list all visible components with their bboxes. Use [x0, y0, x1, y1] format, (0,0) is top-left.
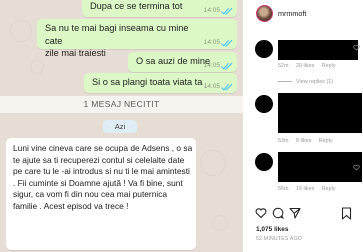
redacted-comment: [278, 40, 358, 60]
incoming-message[interactable]: Luni vine cineva care se ocupa de Adsens…: [6, 138, 196, 250]
wallpaper-doodle: [30, 60, 44, 74]
view-replies-link[interactable]: View replies (1): [278, 79, 333, 85]
post-date: 52 MINUTES AGO: [256, 236, 303, 242]
message-time: 14:05: [203, 7, 220, 14]
redacted-avatar: [255, 40, 273, 58]
redacted-avatar: [255, 153, 273, 171]
heart-icon[interactable]: [353, 44, 360, 51]
bookmark-icon[interactable]: [341, 207, 352, 220]
comment-age: 56m: [278, 186, 289, 192]
comment-age: 52m: [278, 63, 289, 69]
comment-likes[interactable]: 16 likes: [296, 186, 314, 192]
comment-meta: 53m 8 likes Reply: [278, 138, 339, 144]
outgoing-message[interactable]: O sa auzi de mine 14:05: [128, 52, 237, 72]
message-text: Dupa ce se termina tot: [90, 1, 183, 11]
message-text: Si o sa plangi toata viata ta: [92, 77, 203, 87]
reply-link[interactable]: Reply: [319, 138, 333, 144]
outgoing-message[interactable]: Si o sa plangi toata viata ta 14:05: [84, 73, 237, 93]
comment-likes[interactable]: 20 likes: [296, 63, 314, 69]
wallpaper-doodle: [212, 215, 228, 231]
double-check-icon: [221, 62, 233, 70]
share-icon[interactable]: [289, 207, 301, 219]
message-time: 14:05: [203, 62, 220, 69]
view-replies-label: View replies (1): [296, 79, 334, 85]
username[interactable]: mrmmoft: [278, 9, 306, 18]
wallpaper-doodle: [200, 150, 226, 176]
double-check-icon: [221, 39, 233, 47]
redacted-avatar: [255, 95, 273, 113]
message-line: Sa nu te mai bagi inseama cu mine cate: [45, 23, 189, 46]
double-check-icon: [221, 83, 233, 91]
comment-likes[interactable]: 8 likes: [296, 138, 311, 144]
heart-icon[interactable]: [353, 164, 360, 171]
outgoing-message[interactable]: Dupa ce se termina tot 14:05: [82, 0, 237, 17]
heart-icon[interactable]: [255, 207, 267, 219]
comment-icon[interactable]: [272, 207, 284, 219]
avatar[interactable]: [256, 5, 273, 22]
comment-meta: 56m 16 likes Reply: [278, 186, 342, 192]
post-actions: [251, 207, 359, 221]
unread-messages-banner: 1 MESAJ NECITIT: [0, 96, 243, 113]
redacted-comment: [278, 152, 362, 182]
message-text: Luni vine cineva care se ocupa de Adsens…: [13, 143, 193, 211]
double-check-icon: [221, 7, 233, 15]
redacted-comment: [278, 93, 362, 133]
message-time: 14:05: [203, 39, 220, 46]
divider: [278, 81, 292, 83]
whatsapp-chat-panel: Dupa ce se termina tot 14:05 Sa nu te ma…: [0, 0, 243, 252]
reply-link[interactable]: Reply: [322, 186, 336, 192]
wallpaper-doodle: [10, 20, 32, 42]
like-count[interactable]: 1,075 likes: [256, 226, 289, 233]
reply-link[interactable]: Reply: [322, 63, 336, 69]
outgoing-message[interactable]: Sa nu te mai bagi inseama cu mine cate z…: [37, 19, 237, 58]
instagram-comments-panel: mrmmoft 52m 20 likes Reply View replies …: [243, 0, 363, 252]
date-separator: Azi: [103, 120, 137, 133]
comment-age: 53m: [278, 138, 289, 144]
message-text: O sa auzi de mine: [136, 56, 211, 66]
comment-meta: 52m 20 likes Reply: [278, 63, 342, 69]
message-time: 14:05: [203, 83, 220, 90]
